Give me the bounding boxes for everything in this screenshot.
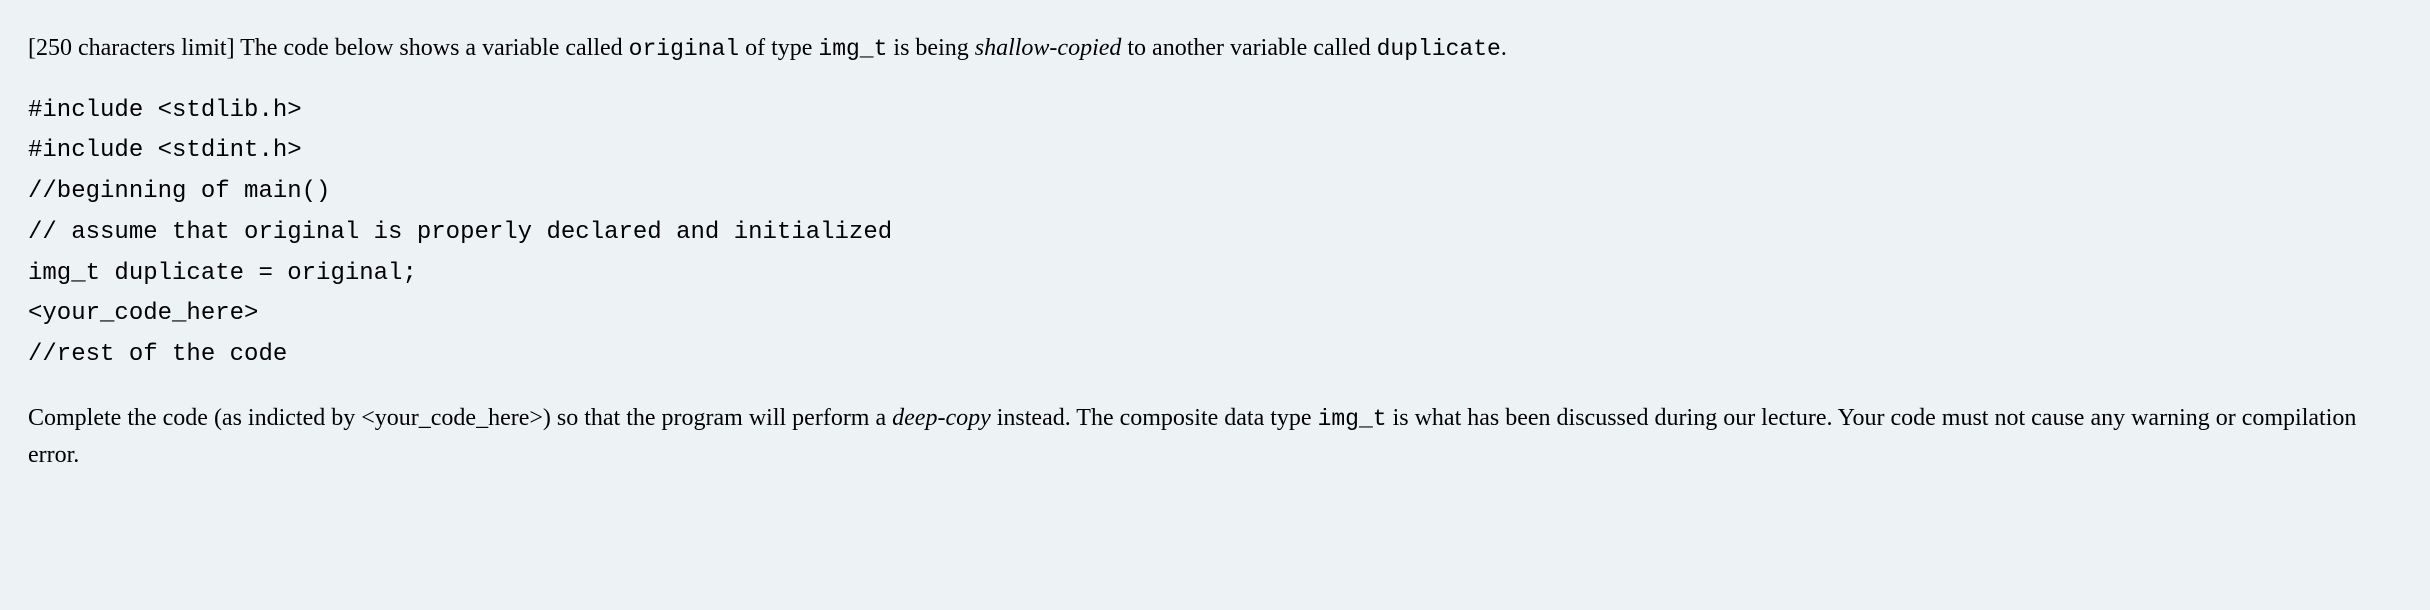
intro-paragraph: [250 characters limit] The code below sh…: [28, 30, 2402, 67]
code-duplicate: duplicate: [1377, 36, 1501, 62]
code-img-t: img_t: [818, 36, 887, 62]
intro-text-mid1: of type: [739, 35, 818, 61]
code-line-6: <your_code_here>: [28, 300, 258, 327]
intro-text-suffix: .: [1501, 35, 1507, 61]
code-line-1: #include <stdlib.h>: [28, 97, 302, 124]
outro-text-part1: Complete the code (as indicted by <your_…: [28, 405, 892, 431]
question-container: [250 characters limit] The code below sh…: [28, 30, 2402, 473]
outro-paragraph: Complete the code (as indicted by <your_…: [28, 400, 2402, 473]
code-line-3: //beginning of main(): [28, 178, 330, 205]
outro-text-part2: instead. The composite data type: [991, 405, 1318, 431]
code-original: original: [629, 36, 739, 62]
code-line-7: //rest of the code: [28, 341, 287, 368]
code-line-4: // assume that original is properly decl…: [28, 219, 892, 246]
code-line-5: img_t duplicate = original;: [28, 260, 417, 287]
code-img-t-2: img_t: [1318, 406, 1387, 432]
intro-text-mid2: is being: [887, 35, 974, 61]
deep-copy-text: deep-copy: [892, 405, 991, 431]
shallow-copied-text: shallow-copied: [975, 35, 1122, 61]
code-line-2: #include <stdint.h>: [28, 137, 302, 164]
code-block: #include <stdlib.h> #include <stdint.h> …: [28, 91, 2402, 377]
intro-text-mid3: to another variable called: [1121, 35, 1376, 61]
intro-text-prefix: [250 characters limit] The code below sh…: [28, 35, 629, 61]
